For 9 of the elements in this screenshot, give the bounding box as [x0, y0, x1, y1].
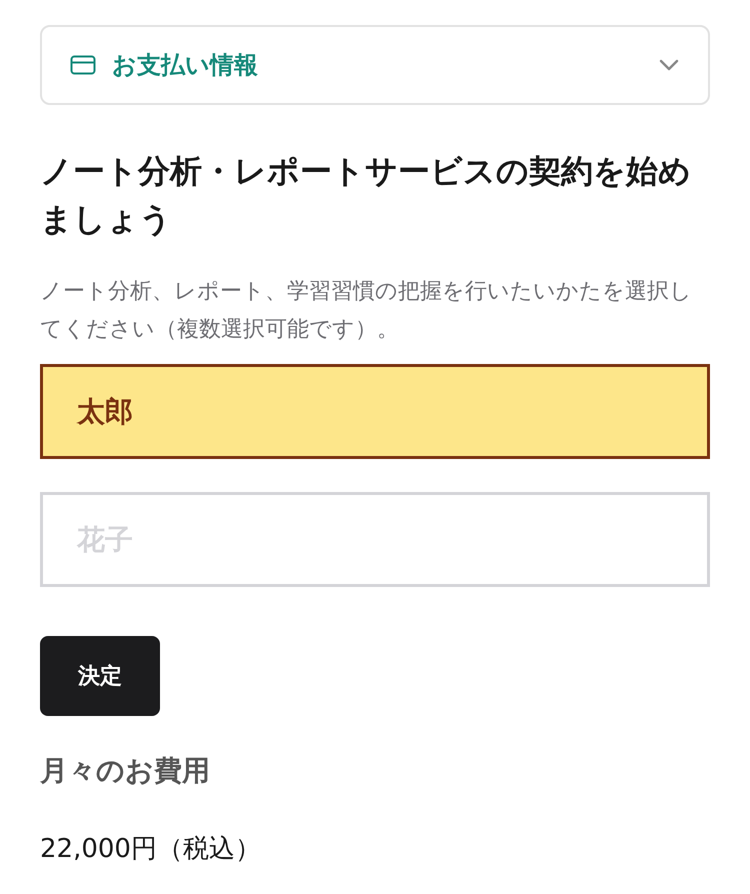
fee-price: 22,000円（税込）: [40, 833, 262, 866]
credit-card-icon: [70, 54, 96, 76]
accordion-header[interactable]: お支払い情報: [40, 25, 710, 105]
fee-title: 月々のお費用: [40, 753, 211, 789]
submit-button[interactable]: 決定: [40, 636, 160, 716]
heading: ノート分析・レポートサービスの契約を始めましょう: [40, 151, 692, 240]
choice-option[interactable]: 太郎: [40, 364, 710, 459]
description: ノート分析、レポート、学習習慣の把握を行いたいかたを選択してください（複数選択可能です）。: [40, 278, 693, 344]
chevron-icon: [658, 58, 680, 72]
